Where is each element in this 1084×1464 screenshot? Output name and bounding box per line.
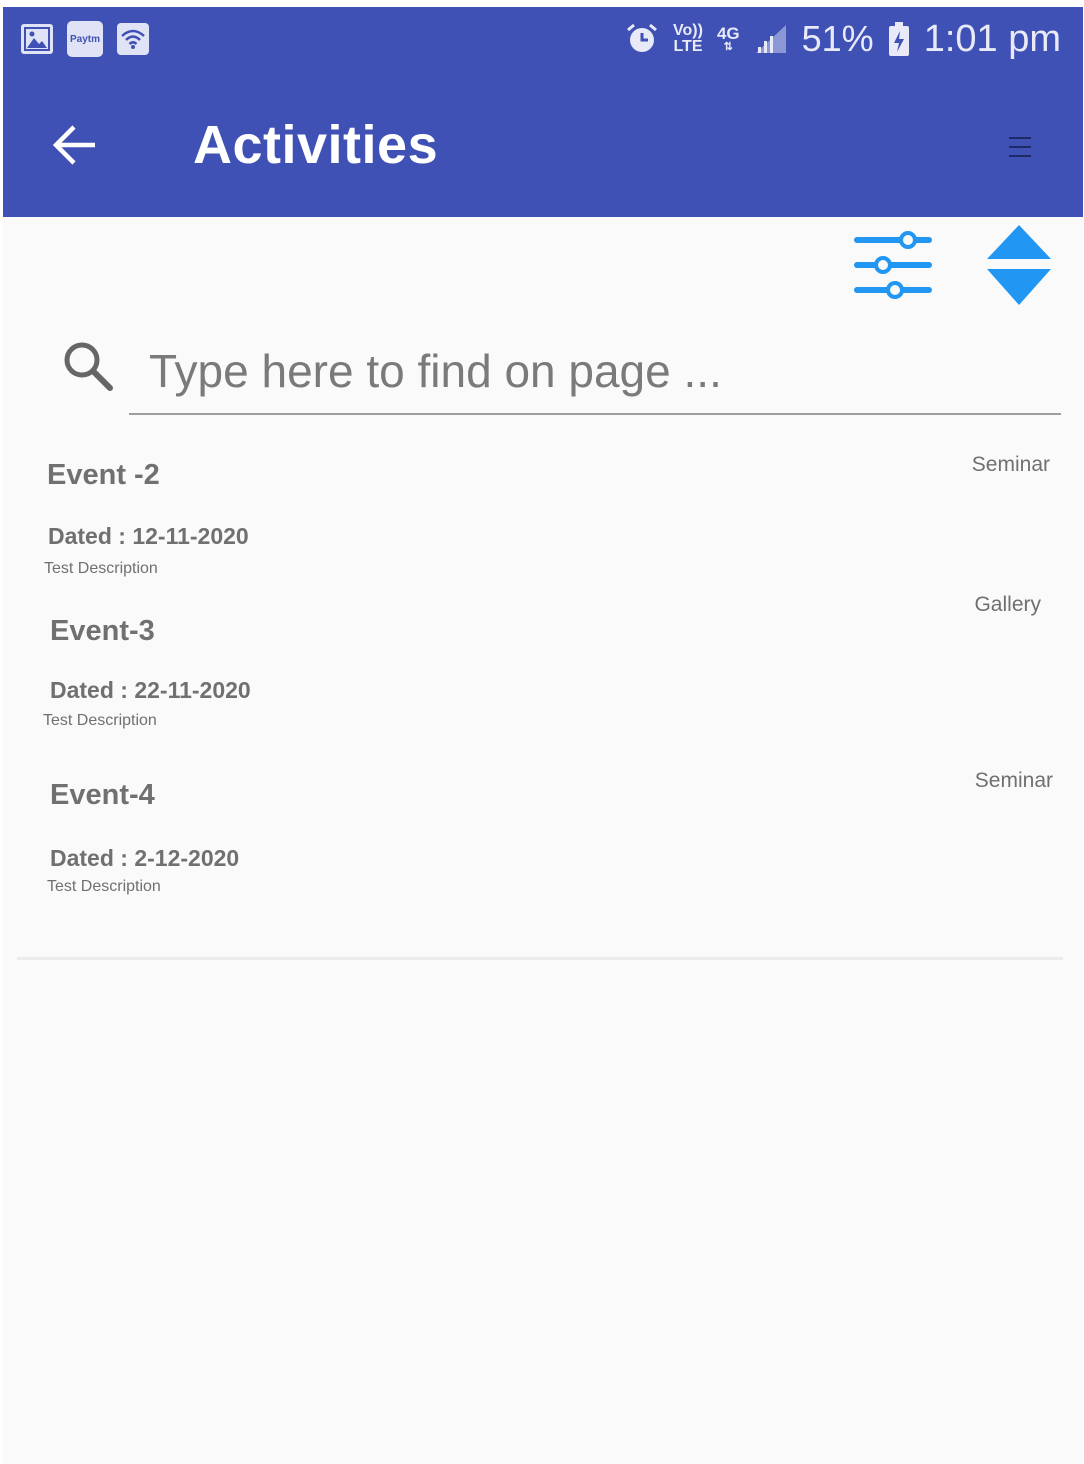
event-category: Gallery xyxy=(974,593,1041,616)
screen: Paytm Vo)) LTE 4G ⇅ 51% 1:01 pm Activiti… xyxy=(3,7,1083,1464)
list-item[interactable]: Event-3 Dated : 22-11-2020 Test Descript… xyxy=(3,591,1083,741)
event-title: Event-4 xyxy=(50,779,155,811)
back-button[interactable] xyxy=(47,117,103,173)
event-description: Test Description xyxy=(43,712,157,729)
event-category: Seminar xyxy=(971,453,1050,476)
clock: 1:01 pm xyxy=(923,18,1061,60)
wifi-notification-icon xyxy=(117,23,149,55)
hamburger-menu-icon xyxy=(1009,137,1031,157)
event-description: Test Description xyxy=(44,560,158,577)
list-item[interactable]: Event-4 Dated : 2-12-2020 Test Descripti… xyxy=(3,767,1083,907)
list-divider xyxy=(17,957,1063,960)
volte-bottom: LTE xyxy=(673,38,703,55)
network-type: 4G ⇅ xyxy=(717,25,740,53)
event-title: Event -2 xyxy=(47,459,160,491)
event-description: Test Description xyxy=(47,878,161,895)
volte-indicator: Vo)) LTE xyxy=(673,23,703,55)
network-label: 4G xyxy=(716,24,740,43)
battery-percent: 51% xyxy=(801,18,874,59)
event-title: Event-3 xyxy=(50,615,155,647)
menu-button[interactable] xyxy=(1003,127,1037,167)
notification-icons: Paytm xyxy=(21,21,149,57)
filter-sliders-icon xyxy=(854,231,932,299)
app-bar: Activities xyxy=(3,75,1083,217)
event-date: Dated : 22-11-2020 xyxy=(50,677,251,703)
search-input[interactable] xyxy=(129,329,1061,415)
event-date: Dated : 2-12-2020 xyxy=(50,845,240,871)
search-icon xyxy=(64,342,113,391)
filter-button[interactable] xyxy=(853,227,933,305)
list-item[interactable]: Event -2 Dated : 12-11-2020 Test Descrip… xyxy=(3,447,1083,587)
status-bar: Paytm Vo)) LTE 4G ⇅ 51% 1:01 pm xyxy=(3,7,1083,75)
sort-up-down-icon xyxy=(987,225,1051,305)
paytm-label: Paytm xyxy=(69,33,100,45)
page-title: Activities xyxy=(193,115,439,175)
paytm-notification-icon: Paytm xyxy=(67,21,103,57)
sort-button[interactable] xyxy=(985,225,1053,307)
event-date: Dated : 12-11-2020 xyxy=(48,523,249,549)
data-arrows-icon: ⇅ xyxy=(723,41,733,53)
system-status: Vo)) LTE 4G ⇅ 51% 1:01 pm xyxy=(625,17,1061,61)
arrow-back-icon xyxy=(52,125,95,165)
alarm-icon xyxy=(627,23,657,52)
volte-top: Vo)) xyxy=(673,22,703,39)
signal-icon xyxy=(755,25,786,53)
gallery-notification-icon xyxy=(21,24,53,54)
battery-charging-icon xyxy=(888,22,909,56)
event-category: Seminar xyxy=(974,769,1053,792)
